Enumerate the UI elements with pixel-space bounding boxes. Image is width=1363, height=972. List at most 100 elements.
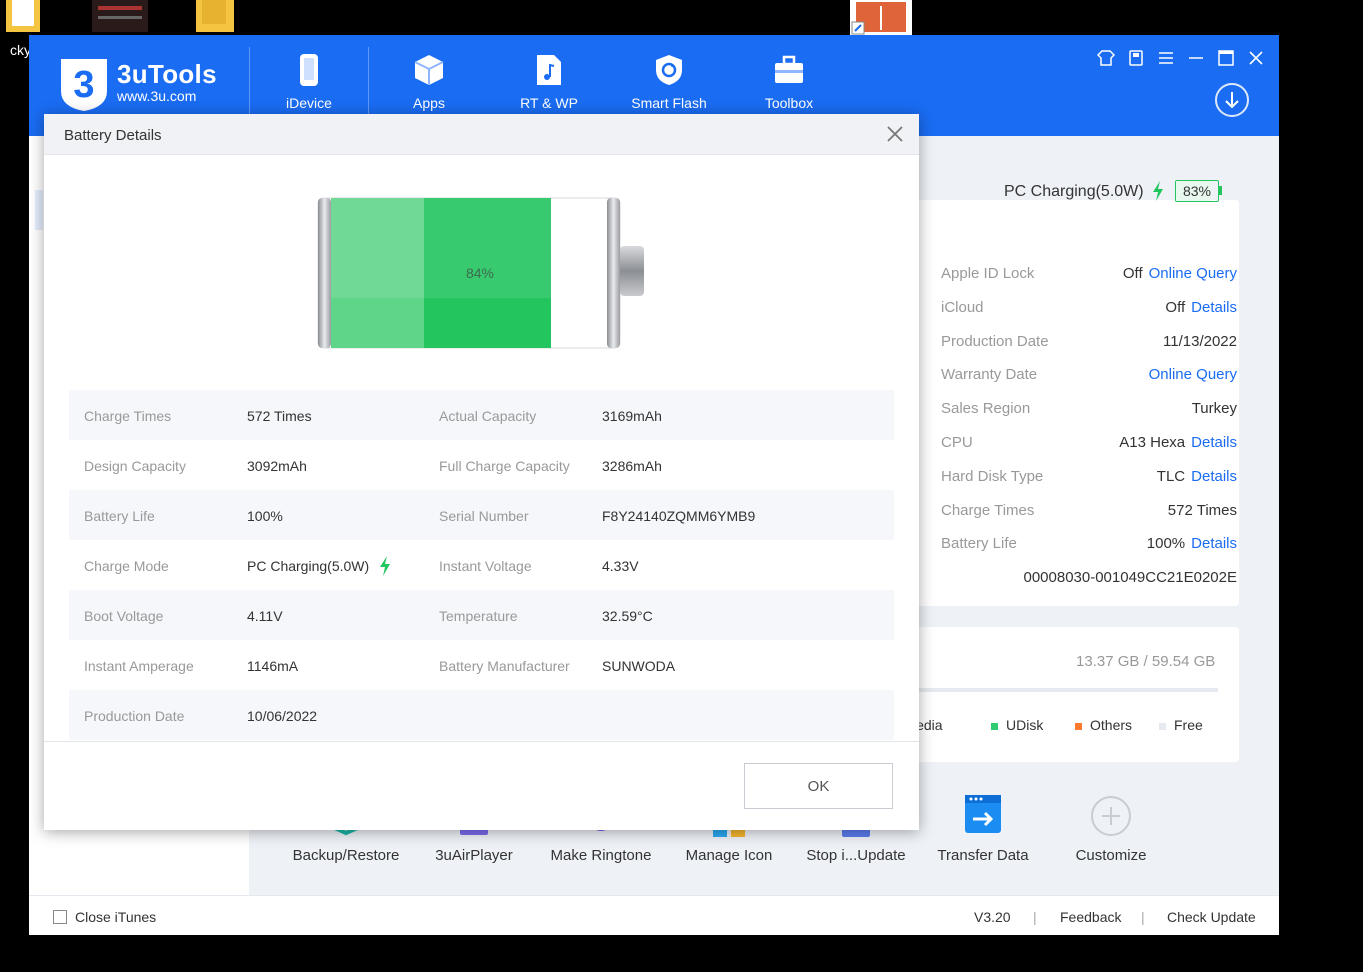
version-label: V3.20 (974, 909, 1011, 925)
check-update-link[interactable]: Check Update (1167, 909, 1256, 925)
detail-label: Battery Manufacturer (439, 658, 570, 674)
info-label: CPU (941, 434, 973, 451)
desktop-app-icon[interactable] (92, 0, 148, 34)
info-link[interactable]: Details (1191, 468, 1237, 485)
info-value: Off (1165, 298, 1186, 316)
desktop-book-shortcut-icon[interactable] (850, 0, 912, 36)
detail-value: PC Charging(5.0W) (247, 558, 370, 574)
device-info-row: CPU A13 Hexa Details (941, 432, 1237, 456)
legend-item: UDisk (991, 717, 1043, 733)
nav-label: iDevice (286, 95, 332, 111)
info-label: Apple ID Lock (941, 265, 1035, 282)
desktop-icon-label: cky (10, 42, 31, 58)
detail-value: 572 Times (247, 408, 312, 424)
menu-icon[interactable] (1155, 49, 1177, 67)
info-link[interactable]: Details (1191, 299, 1237, 316)
desktop-folder-icon[interactable] (4, 0, 44, 34)
detail-label: Boot Voltage (84, 608, 164, 624)
battery-percent-label: 84% (466, 265, 494, 281)
info-link[interactable]: Details (1191, 535, 1237, 552)
nav-label: Toolbox (764, 95, 814, 111)
info-value-group: 00008030-001049CC21E0202E (1023, 569, 1237, 586)
battery-graphic: 84% (314, 194, 654, 359)
feedback-link[interactable]: Feedback (1060, 909, 1121, 925)
status-bar: Close iTunes V3.20 | Feedback | Check Up… (29, 895, 1279, 935)
info-link[interactable]: Online Query (1149, 366, 1237, 383)
svg-text:3: 3 (73, 64, 94, 106)
detail-value: 10/06/2022 (247, 708, 318, 724)
storage-card (909, 627, 1239, 762)
brand-name: 3uTools (117, 59, 217, 89)
transfer-icon (965, 795, 1001, 833)
ok-button[interactable]: OK (744, 763, 893, 809)
info-value: Turkey (1191, 400, 1237, 418)
info-value-group: A13 Hexa Details (1119, 434, 1237, 451)
info-value-group: Off Online Query (1123, 265, 1237, 282)
info-value-group: 572 Times (1168, 502, 1237, 519)
device-info-row: Hard Disk Type TLC Details (941, 466, 1237, 490)
maximize-icon[interactable] (1215, 49, 1237, 67)
tool-transfer[interactable]: Transfer Data (918, 795, 1048, 864)
close-icon[interactable] (885, 124, 905, 144)
nav-smart-flash[interactable]: Smart Flash (609, 53, 729, 111)
legend-label: Others (1090, 717, 1133, 733)
detail-value: 100% (247, 508, 283, 524)
tool-plus-circle[interactable]: Customize (1046, 795, 1176, 864)
music-file-icon (537, 55, 561, 85)
info-value: 00008030-001049CC21E0202E (1023, 569, 1237, 587)
legend-item: Free (1159, 717, 1203, 733)
device-info-row: 00008030-001049CC21E0202E (941, 567, 1237, 591)
detail-label: Production Date (84, 708, 185, 724)
tablet-icon[interactable] (1125, 49, 1147, 67)
minimize-icon[interactable] (1185, 49, 1207, 67)
info-value-group: 100% Details (1147, 535, 1237, 552)
battery-detail-row: Charge Times 572 Times Actual Capacity 3169… (69, 390, 894, 440)
device-info-row: Battery Life 100% Details (941, 533, 1237, 557)
toolbox-icon (775, 55, 803, 83)
legend-swatch (1075, 722, 1082, 730)
info-value-group: Off Details (1165, 299, 1237, 316)
nav-label: Smart Flash (631, 95, 707, 111)
info-value-group: TLC Details (1157, 468, 1237, 485)
close-itunes-checkbox[interactable] (53, 910, 67, 924)
info-label: Production Date (941, 332, 1049, 350)
nav-toolbox[interactable]: Toolbox (729, 53, 849, 111)
battery-mini: 83% (1175, 180, 1219, 202)
battery-mini-tip (1219, 186, 1222, 195)
device-info-row: iCloud Off Details (941, 297, 1237, 321)
nav-rt-wp[interactable]: RT & WP (489, 53, 609, 111)
close-icon[interactable] (1245, 49, 1267, 67)
tool-label: Manage Icon (685, 847, 773, 864)
detail-value: 32.59°C (602, 608, 653, 624)
legend-swatch (1159, 722, 1166, 730)
nav-apps[interactable]: Apps (369, 53, 489, 111)
info-link[interactable]: Online Query (1149, 265, 1237, 282)
tool-label: Customize (1075, 847, 1147, 864)
nav-idevice[interactable]: iDevice (249, 53, 369, 111)
info-value: A13 Hexa (1119, 434, 1186, 451)
tool-label: Make Ringtone (550, 847, 652, 864)
battery-detail-row: Boot Voltage 4.11V Temperature 32.59°C (69, 590, 894, 640)
detail-label: Instant Voltage (439, 558, 532, 574)
detail-label: Design Capacity (84, 458, 186, 474)
tool-label: 3uAirPlayer (435, 847, 513, 864)
info-value: 100% (1146, 535, 1186, 553)
detail-label: Full Charge Capacity (439, 458, 570, 474)
lightning-icon (380, 556, 390, 576)
detail-value: 4.33V (602, 558, 639, 574)
battery-details-dialog: Battery Details 84% Charge Times 572 Time… (44, 114, 919, 830)
detail-label: Temperature (439, 608, 518, 624)
info-link[interactable]: Details (1191, 434, 1237, 451)
skin-icon[interactable] (1095, 49, 1117, 67)
desktop-folder-icon[interactable] (196, 0, 236, 34)
legend-label: Free (1174, 717, 1203, 733)
download-icon[interactable] (1215, 83, 1249, 117)
detail-value: 4.11V (247, 608, 283, 624)
info-label: Warranty Date (941, 366, 1038, 384)
device-info-row: Warranty Date Online Query (941, 364, 1237, 388)
device-info-row: Production Date 11/13/2022 (941, 331, 1237, 355)
device-info-row: Sales Region Turkey (941, 398, 1237, 422)
dialog-footer-divider (44, 741, 919, 742)
battery-mini-percent: 83% (1182, 183, 1212, 199)
battery-detail-row: Instant Amperage 1146mA Battery Manufactur… (69, 640, 894, 690)
